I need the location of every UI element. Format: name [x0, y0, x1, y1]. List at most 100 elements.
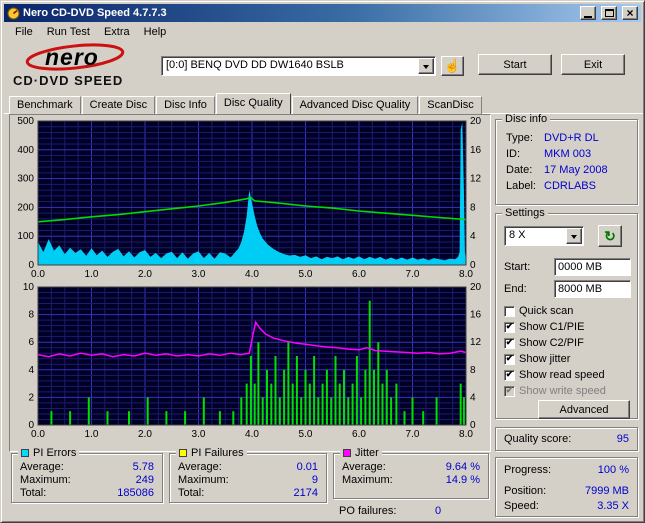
maximize-icon — [604, 9, 614, 17]
tab-disc-quality[interactable]: Disc Quality — [215, 93, 291, 114]
toolbar: nero CD·DVD SPEED [0:0] BENQ DVD DD DW16… — [4, 41, 641, 93]
refresh-button[interactable]: ↻ — [598, 225, 622, 247]
tab-scandisc[interactable]: ScanDisc — [419, 96, 482, 114]
start-button[interactable]: Start — [478, 54, 552, 75]
row-label: Total: — [20, 487, 47, 499]
svg-text:2.0: 2.0 — [138, 429, 152, 440]
tab-disc-info[interactable]: Disc Info — [156, 96, 215, 114]
refresh-icon: ↻ — [604, 228, 616, 244]
svg-text:8: 8 — [470, 202, 476, 213]
drive-select[interactable]: [0:0] BENQ DVD DD DW1640 BSLB — [161, 56, 436, 76]
menu-extra[interactable]: Extra — [97, 24, 137, 40]
svg-text:4: 4 — [28, 365, 34, 376]
svg-text:400: 400 — [17, 145, 34, 156]
minimize-button[interactable] — [580, 6, 596, 20]
row-value: 100 % — [597, 464, 629, 476]
pi-failures-swatch — [179, 449, 187, 457]
stat-row: Total: 185086 — [20, 487, 154, 500]
row-value: 3.35 X — [597, 500, 629, 512]
row-label: Maximum: — [20, 474, 71, 486]
svg-text:0.0: 0.0 — [31, 429, 45, 440]
check-icon: ✔ — [505, 353, 514, 363]
checkbox-quick-scan[interactable]: ✔ Quick scan — [504, 304, 573, 318]
svg-text:1.0: 1.0 — [85, 429, 99, 440]
svg-text:3.0: 3.0 — [192, 269, 206, 280]
menu-file[interactable]: File — [8, 24, 40, 40]
svg-text:6: 6 — [28, 337, 34, 348]
row-value: 14.9 % — [445, 474, 480, 486]
progress-row: Progress: 100 % — [504, 464, 629, 477]
pi-failures-panel-title: PI Failures — [176, 447, 247, 459]
po-failures-value: 0 — [435, 505, 442, 517]
row-value: CDRLABS — [544, 180, 596, 192]
svg-text:8: 8 — [28, 310, 34, 321]
tab-advanced-disc-quality[interactable]: Advanced Disc Quality — [291, 96, 419, 114]
end-label: End: — [504, 283, 527, 295]
svg-text:5.0: 5.0 — [299, 429, 313, 440]
checkbox-box: ✔ — [504, 369, 515, 381]
menu-help[interactable]: Help — [137, 24, 174, 40]
arrow-down-icon — [571, 234, 577, 242]
checkbox-label: Show C1/PIE — [519, 321, 585, 333]
menu-run-test[interactable]: Run Test — [40, 24, 97, 40]
svg-text:4: 4 — [470, 392, 476, 403]
checkbox-show-read-speed[interactable]: ✔ Show read speed — [504, 368, 605, 382]
checkbox-show-c1-pie[interactable]: ✔ Show C1/PIE — [504, 320, 584, 334]
checkbox-box: ✔ — [504, 305, 515, 317]
start-position-input[interactable] — [554, 258, 631, 276]
eject-hand-button[interactable]: ☝ — [441, 56, 464, 76]
row-label: Average: — [342, 461, 386, 473]
stat-row: Maximum: 14.9 % — [342, 474, 480, 487]
stat-row: Average: 9.64 % — [342, 461, 480, 474]
checkbox-show-write-speed[interactable]: ✔ Show write speed — [504, 384, 606, 398]
row-value: 0.01 — [296, 461, 318, 473]
exit-button[interactable]: Exit — [561, 54, 625, 75]
position-row: Position: 7999 MB — [504, 485, 629, 498]
close-button[interactable]: × — [622, 6, 638, 20]
svg-text:6.0: 6.0 — [352, 269, 366, 280]
svg-text:8.0: 8.0 — [459, 269, 473, 280]
pi-errors-chart: 01002003004005000481216200.0 1.0 2.0 3.0 4.0… — [17, 117, 481, 280]
maximize-button[interactable] — [601, 6, 617, 20]
checkbox-box: ✔ — [504, 385, 515, 397]
chevron-down-icon[interactable] — [418, 58, 434, 74]
row-label: Average: — [178, 461, 222, 473]
po-failures-row: PO failures: 0 — [339, 505, 489, 518]
chart-panel: 0 100 200 300 400 500 0 4 8 12 16 20 0.0 1.0 2.0 3.0 4.0… — [9, 114, 491, 452]
scan-speed-select[interactable]: 8 X — [504, 226, 584, 246]
row-value: DVD+R DL — [544, 132, 599, 144]
stat-row: Average: 0.01 — [178, 461, 318, 474]
svg-text:1.0: 1.0 — [85, 269, 99, 280]
end-position-input[interactable] — [554, 280, 631, 298]
drive-select-value: [0:0] BENQ DVD DD DW1640 BSLB — [166, 59, 344, 71]
svg-text:12: 12 — [470, 337, 482, 348]
progress-panel: Progress: 100 % Position: 7999 MB Speed:… — [495, 457, 638, 517]
row-label: Position: — [504, 485, 547, 497]
row-value: 185086 — [117, 487, 154, 499]
svg-text:8: 8 — [470, 365, 476, 376]
stat-row: Average: 5.78 — [20, 461, 154, 474]
advanced-button[interactable]: Advanced — [538, 400, 630, 419]
checkbox-label: Show read speed — [519, 369, 605, 381]
po-failures-label: PO failures: — [339, 505, 397, 517]
panel-title-text: PI Errors — [33, 447, 77, 459]
checkbox-show-jitter[interactable]: ✔ Show jitter — [504, 352, 570, 366]
titlebar: Nero CD-DVD Speed 4.7.7.3 × — [4, 4, 641, 22]
tab-benchmark[interactable]: Benchmark — [9, 96, 81, 114]
pi-errors-panel: PI Errors Average: 5.78 Maximum: 249 Total… — [11, 447, 163, 503]
svg-text:200: 200 — [17, 202, 34, 213]
row-label: Maximum: — [178, 474, 229, 486]
row-label: Maximum: — [342, 474, 393, 486]
svg-text:10: 10 — [23, 283, 35, 293]
tab-create-disc[interactable]: Create Disc — [81, 96, 156, 114]
speed-row: Speed: 3.35 X — [504, 500, 629, 513]
checkbox-show-c2-pif[interactable]: ✔ Show C2/PIF — [504, 336, 584, 350]
scan-speed-value: 8 X — [509, 229, 526, 241]
check-icon: ✔ — [505, 385, 514, 395]
svg-text:300: 300 — [17, 174, 34, 185]
svg-text:0.0: 0.0 — [31, 269, 45, 280]
quality-score-panel: Quality score: 95 — [495, 427, 638, 451]
quality-score-label: Quality score: — [504, 433, 572, 445]
chevron-down-icon[interactable] — [566, 228, 582, 244]
row-value: 5.78 — [132, 461, 154, 473]
